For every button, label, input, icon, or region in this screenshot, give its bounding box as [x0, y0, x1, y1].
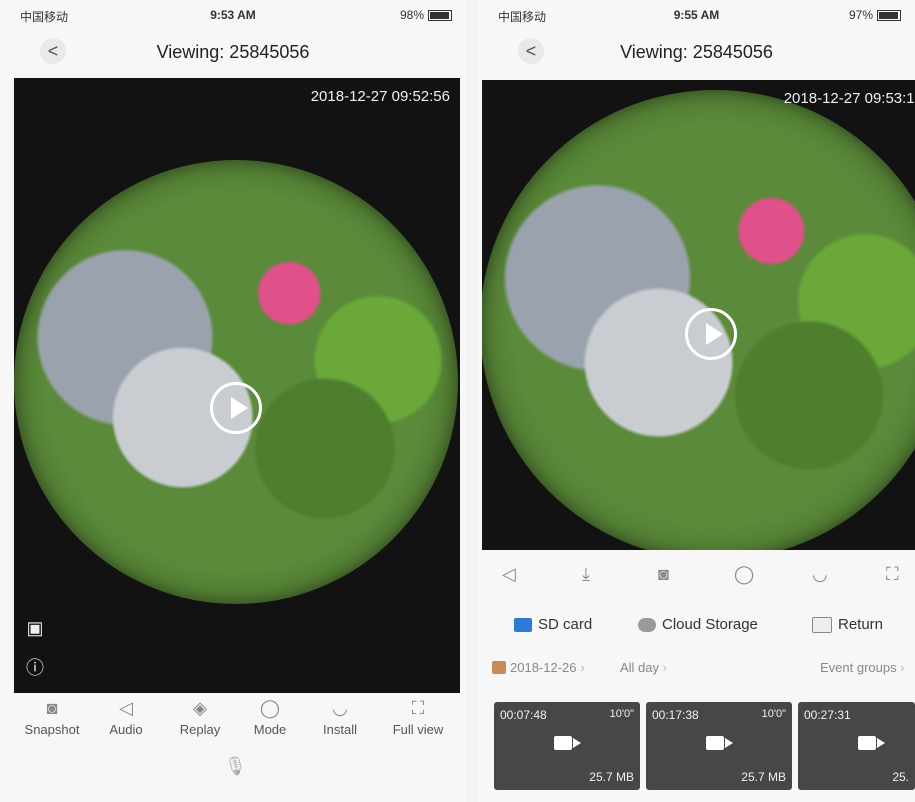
- fullscreen-icon: ⛶: [411, 698, 425, 718]
- battery-percent: 98%: [399, 8, 424, 22]
- speaker-icon[interactable]: ◁: [502, 564, 516, 585]
- phone-screen-live: 中国移动 9:53 AM 98% < Viewing: 25845056 201…: [0, 0, 466, 802]
- replay-button[interactable]: ◈ Replay: [160, 694, 240, 737]
- clip-size: 25.7 MB: [741, 770, 786, 784]
- page-title: Viewing: 25845056: [620, 42, 773, 62]
- install-button[interactable]: ◡ Install: [300, 694, 380, 737]
- sd-card-button[interactable]: SD card: [514, 616, 592, 633]
- video-camera-icon: [858, 736, 885, 750]
- status-bar: 中国移动 9:55 AM 97%: [478, 0, 915, 28]
- microphone-icon[interactable]: 🎙: [224, 756, 247, 777]
- clip-duration: 10'0": [761, 708, 786, 720]
- video-camera-icon: [554, 736, 581, 750]
- storage-source-row: SD card Cloud Storage Return: [478, 612, 915, 642]
- cloud-icon: [638, 617, 656, 632]
- playback-toolbar: ◁ ⤓ ◙ ◯ ◡ ⛶: [478, 556, 915, 598]
- battery-indicator: 98%: [400, 8, 452, 22]
- camera-icon[interactable]: ◙: [658, 564, 669, 585]
- calendar-icon: [492, 661, 506, 674]
- event-groups-label: Event groups: [820, 660, 897, 675]
- audio-label: Audio: [109, 722, 143, 737]
- time-range-selector[interactable]: All day ›: [620, 660, 667, 675]
- battery-percent: 97%: [848, 8, 873, 22]
- mode-icon: ◯: [259, 698, 281, 718]
- clip-item[interactable]: 00:27:31 25.: [798, 702, 915, 790]
- nav-bar: < Viewing: 25845056: [478, 28, 915, 74]
- clip-time: 00:27:31: [804, 708, 851, 722]
- clip-time: 00:07:48: [500, 708, 547, 722]
- battery-icon: [877, 9, 901, 21]
- chevron-right-icon: ›: [900, 660, 905, 675]
- video-timestamp: 2018-12-27 09:53:10: [783, 90, 915, 107]
- full-view-label: Full view: [392, 722, 444, 737]
- replay-label: Replay: [179, 722, 221, 737]
- mode-label: Mode: [253, 722, 287, 737]
- sd-card-label: SD card: [538, 616, 593, 633]
- install-icon[interactable]: ◡: [812, 564, 828, 585]
- battery-indicator: 97%: [849, 8, 901, 22]
- replay-icon: ◈: [193, 698, 207, 718]
- date-filter-row: 2018-12-26 › All day › Event groups ›: [492, 658, 915, 682]
- nav-bar: < Viewing: 25845056: [0, 28, 466, 74]
- clip-size: 25.7 MB: [589, 770, 634, 784]
- date-picker[interactable]: 2018-12-26 ›: [492, 660, 585, 675]
- return-label: Return: [838, 616, 884, 633]
- bottom-toolbar: ◙ Snapshot ◁ Audio ◈ Replay ◯ Mode ◡ Ins…: [14, 694, 460, 802]
- cloud-storage-label: Cloud Storage: [662, 616, 758, 633]
- audio-button[interactable]: ◁ Audio: [86, 694, 166, 737]
- mode-icon[interactable]: ◯: [734, 564, 754, 585]
- gallery-icon[interactable]: ▣: [24, 618, 46, 640]
- cloud-storage-button[interactable]: Cloud Storage: [638, 616, 758, 633]
- fullscreen-icon[interactable]: ⛶: [886, 564, 899, 585]
- full-view-button[interactable]: ⛶ Full view: [378, 694, 458, 737]
- camera-icon: ◙: [46, 698, 58, 718]
- time-range-label: All day: [620, 660, 660, 675]
- download-icon[interactable]: ⤓: [582, 564, 590, 585]
- mode-button[interactable]: ◯ Mode: [230, 694, 310, 737]
- return-button[interactable]: Return: [812, 616, 883, 633]
- video-timestamp: 2018-12-27 09:52:56: [310, 88, 450, 105]
- clip-list: 00:07:48 10'0" 25.7 MB 00:17:38 10'0" 25…: [494, 702, 915, 790]
- date-label: 2018-12-26: [510, 660, 577, 675]
- clip-time: 00:17:38: [652, 708, 699, 722]
- install-label: Install: [323, 722, 357, 737]
- chevron-right-icon: ›: [662, 660, 667, 675]
- speaker-icon: ◁: [119, 698, 133, 718]
- clip-size: 25.: [892, 770, 909, 784]
- page-title: Viewing: 25845056: [156, 42, 310, 62]
- alert-icon[interactable]: ⓘ: [24, 654, 46, 678]
- battery-icon: [428, 9, 452, 21]
- clip-item[interactable]: 00:17:38 10'0" 25.7 MB: [646, 702, 792, 790]
- play-button[interactable]: [210, 382, 262, 434]
- sd-card-icon: [514, 617, 532, 632]
- clock: 9:53 AM: [210, 8, 256, 22]
- event-groups-link[interactable]: Event groups ›: [820, 660, 905, 675]
- snapshot-label: Snapshot: [24, 722, 80, 737]
- return-icon: [812, 616, 832, 633]
- install-icon: ◡: [332, 698, 348, 718]
- status-bar: 中国移动 9:53 AM 98%: [0, 0, 466, 28]
- phone-screen-playback: 中国移动 9:55 AM 97% < Viewing: 25845056 201…: [478, 0, 915, 802]
- play-button[interactable]: [685, 308, 737, 360]
- video-camera-icon: [706, 736, 733, 750]
- chevron-right-icon: ›: [580, 660, 585, 675]
- clip-duration: 10'0": [609, 708, 634, 720]
- playback-video-view[interactable]: 2018-12-27 09:53:10: [482, 80, 915, 550]
- live-video-view[interactable]: 2018-12-27 09:52:56 ▣ ⓘ: [14, 78, 460, 693]
- clip-item[interactable]: 00:07:48 10'0" 25.7 MB: [494, 702, 640, 790]
- snapshot-button[interactable]: ◙ Snapshot: [12, 694, 92, 737]
